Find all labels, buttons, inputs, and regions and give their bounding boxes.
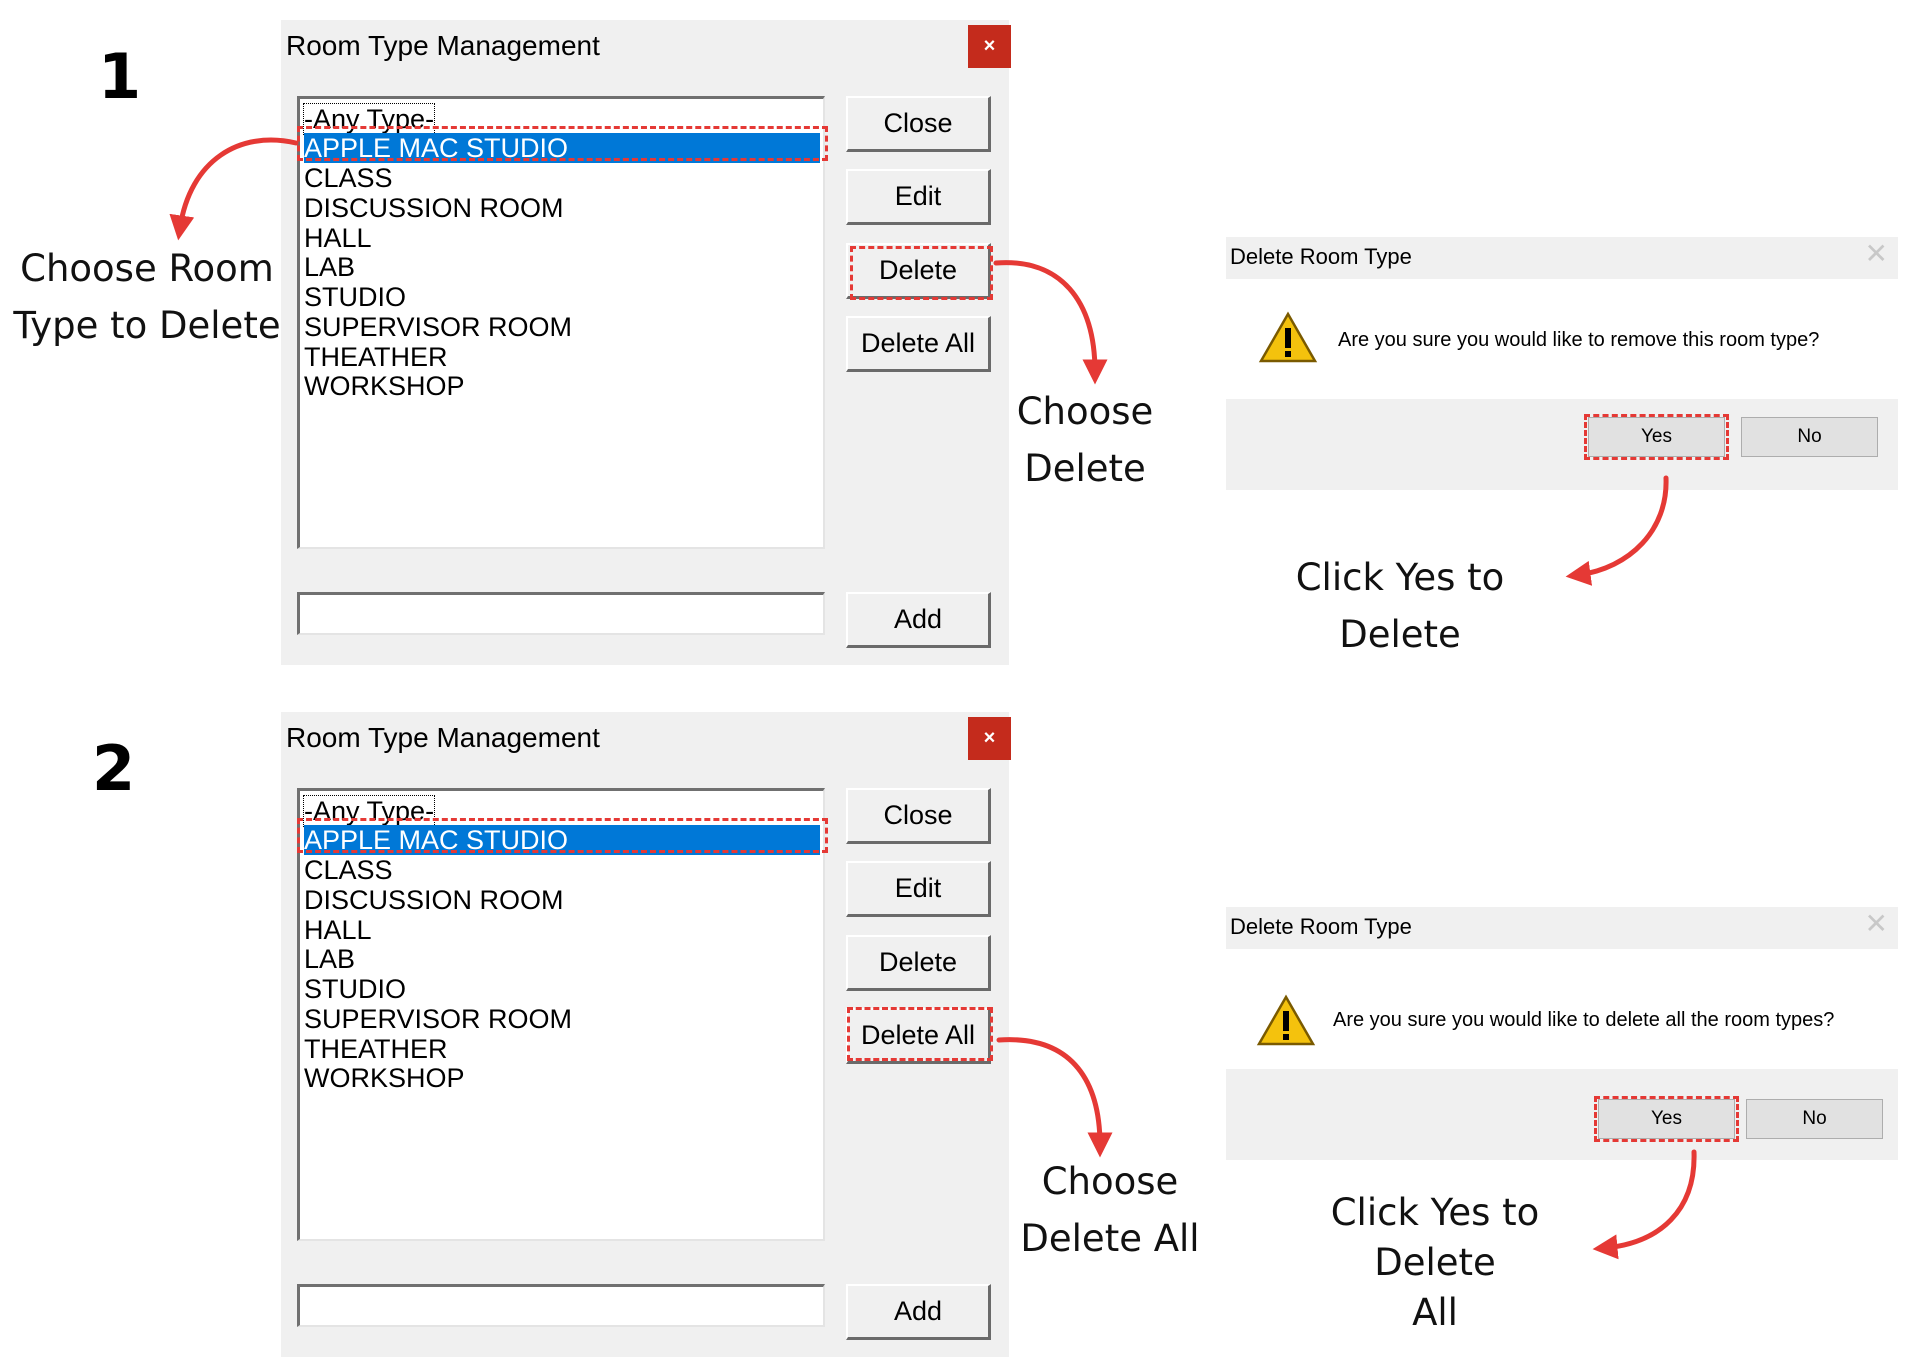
step-number-1: 1 — [98, 40, 142, 113]
yes-button-highlight — [1584, 414, 1729, 460]
list-item[interactable]: HALL — [304, 915, 372, 945]
annotation-click-yes-all: Click Yes to Delete All — [1265, 1188, 1605, 1338]
add-button[interactable]: Add — [846, 592, 991, 648]
delete-button[interactable]: Delete — [846, 935, 991, 991]
close-window-icon[interactable]: × — [968, 717, 1011, 760]
arrow-to-click-yes-all — [1592, 1149, 1697, 1260]
delete-room-type-dialog: Delete Room Type ✕ Are you sure you woul… — [1226, 907, 1898, 1160]
annotation-line: Delete All — [1020, 1217, 1200, 1260]
annotation-line: Click Yes to Delete — [1295, 556, 1505, 656]
room-type-list[interactable]: -Any Type- APPLE MAC STUDIO CLASS DISCUS… — [297, 96, 825, 549]
close-window-icon[interactable]: × — [968, 25, 1011, 68]
annotation-line: Choose Room — [20, 247, 274, 290]
dialog-close-icon[interactable]: ✕ — [1865, 237, 1888, 270]
room-type-list[interactable]: -Any Type- APPLE MAC STUDIO CLASS DISCUS… — [297, 788, 825, 1241]
dialog-footer: Yes No — [1226, 1083, 1898, 1153]
dialog-message: Are you sure you would like to delete al… — [1333, 1009, 1835, 1031]
arrow-to-choose-delete — [993, 260, 1108, 385]
add-button[interactable]: Add — [846, 1284, 991, 1340]
dialog-body: Are you sure you would like to delete al… — [1226, 949, 1898, 1069]
list-item[interactable]: DISCUSSION ROOM — [304, 193, 564, 223]
annotation-line: Type to Delete — [13, 304, 281, 347]
window-title: Room Type Management — [286, 30, 600, 61]
list-item[interactable]: WORKSHOP — [304, 1063, 465, 1093]
list-item[interactable]: SUPERVISOR ROOM — [304, 312, 572, 342]
list-item[interactable]: WORKSHOP — [304, 371, 465, 401]
warning-icon — [1256, 994, 1316, 1046]
edit-button[interactable]: Edit — [846, 169, 991, 225]
list-item[interactable]: HALL — [304, 223, 372, 253]
dialog-message: Are you sure you would like to remove th… — [1338, 329, 1820, 351]
edit-button[interactable]: Edit — [846, 861, 991, 917]
arrow-to-choose-room — [169, 137, 299, 241]
dialog-body: Are you sure you would like to remove th… — [1226, 279, 1898, 399]
list-item[interactable]: SUPERVISOR ROOM — [304, 1004, 572, 1034]
dialog-title: Delete Room Type — [1230, 244, 1412, 269]
window-title: Room Type Management — [286, 722, 600, 753]
room-type-input[interactable] — [297, 1284, 825, 1327]
annotation-line: Click Yes to Delete — [1330, 1191, 1540, 1284]
dialog-footer: Yes No — [1226, 399, 1898, 469]
list-item[interactable]: STUDIO — [304, 282, 406, 312]
yes-button-highlight — [1594, 1096, 1739, 1142]
list-item[interactable]: THEATHER — [304, 342, 448, 372]
list-item[interactable]: CLASS — [304, 163, 393, 193]
warning-icon — [1258, 311, 1318, 363]
room-type-management-window: Room Type Management × -Any Type- APPLE … — [281, 20, 1011, 665]
delete-all-button-highlight — [847, 1007, 993, 1061]
list-item[interactable]: CLASS — [304, 855, 393, 885]
no-button[interactable]: No — [1746, 1099, 1883, 1139]
selection-highlight — [297, 818, 828, 853]
list-item[interactable]: LAB — [304, 944, 355, 974]
close-button[interactable]: Close — [846, 788, 991, 844]
tutorial-canvas: 1 Room Type Management × -Any Type- APPL… — [0, 0, 1909, 1360]
annotation-line: Choose — [1016, 390, 1154, 433]
close-button[interactable]: Close — [846, 96, 991, 152]
delete-all-button[interactable]: Delete All — [846, 316, 991, 372]
list-item[interactable]: DISCUSSION ROOM — [304, 885, 564, 915]
selection-highlight — [297, 126, 828, 161]
annotation-click-yes: Click Yes to Delete — [1235, 549, 1565, 663]
annotation-line: Choose — [1041, 1160, 1179, 1203]
dialog-close-icon[interactable]: ✕ — [1865, 907, 1888, 940]
arrow-to-click-yes — [1565, 475, 1669, 586]
arrow-to-choose-delete-all — [996, 1037, 1113, 1158]
room-type-management-window: Room Type Management × -Any Type- APPLE … — [281, 712, 1011, 1357]
room-type-input[interactable] — [297, 592, 825, 635]
annotation-choose-delete: Choose Delete — [1005, 383, 1165, 497]
dialog-title: Delete Room Type — [1230, 914, 1412, 939]
delete-button-highlight — [850, 246, 993, 300]
annotation-line: All — [1412, 1291, 1458, 1334]
list-item[interactable]: THEATHER — [304, 1034, 448, 1064]
annotation-line: Delete — [1024, 447, 1146, 490]
delete-room-type-dialog: Delete Room Type ✕ Are you sure you woul… — [1226, 237, 1898, 490]
step-number-2: 2 — [92, 732, 136, 805]
annotation-choose-delete-all: Choose Delete All — [1015, 1153, 1205, 1267]
no-button[interactable]: No — [1741, 417, 1878, 457]
annotation-choose-room: Choose Room Type to Delete — [12, 240, 282, 354]
list-item[interactable]: STUDIO — [304, 974, 406, 1004]
list-item[interactable]: LAB — [304, 252, 355, 282]
